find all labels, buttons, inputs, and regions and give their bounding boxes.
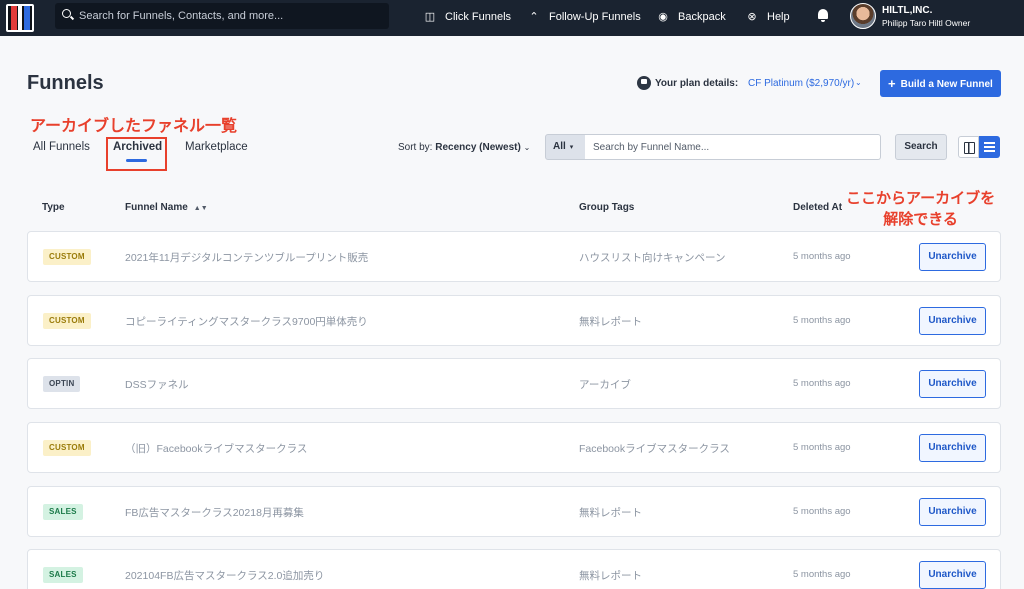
column-header-funnel-name[interactable]: Funnel Name ▲▼: [125, 202, 208, 213]
sort-prefix: Sort by:: [398, 142, 433, 153]
column-header-funnel-name-label: Funnel Name: [125, 202, 188, 213]
funnel-name[interactable]: DSSファネル: [125, 377, 189, 392]
grid-view-icon[interactable]: [958, 136, 979, 158]
tab-all-funnels[interactable]: All Funnels: [33, 141, 90, 153]
column-header-deleted-at: Deleted At: [793, 202, 843, 213]
nav-follow-up-funnels[interactable]: ⌃ Follow-Up Funnels: [527, 0, 641, 36]
group-tag: 無料レポート: [579, 316, 642, 328]
sort-value: Recency (Newest): [435, 142, 521, 153]
unarchive-button[interactable]: Unarchive: [919, 434, 986, 462]
funnel-name[interactable]: コピーライティングマスタークラス9700円単体売り: [125, 314, 368, 329]
type-badge: CUSTOM: [43, 440, 91, 456]
plan-chat-icon: [637, 76, 651, 90]
group-tag: アーカイブ: [579, 379, 631, 391]
backpack-icon: ◉: [658, 11, 668, 23]
search-button[interactable]: Search: [895, 134, 947, 160]
group-tag: ハウスリスト向けキャンペーン: [579, 252, 726, 264]
type-badge: SALES: [43, 567, 83, 583]
list-view-icon[interactable]: [979, 136, 1000, 158]
nav-backpack-label: Backpack: [678, 11, 726, 23]
notification-bell-icon[interactable]: [817, 9, 829, 22]
deleted-at: 5 months ago: [793, 378, 851, 389]
funnel-name[interactable]: （旧）Facebookライブマスタークラス: [125, 441, 307, 456]
annotation-unarchive: ここからアーカイブを 解除できる: [846, 188, 995, 230]
sort-dropdown[interactable]: Sort by: Recency (Newest) ⌄: [398, 142, 530, 153]
chevron-down-icon[interactable]: ⌄: [855, 78, 862, 87]
user-avatar[interactable]: [850, 3, 876, 29]
type-badge: CUSTOM: [43, 249, 91, 265]
top-nav: Search for Funnels, Contacts, and more..…: [0, 0, 1024, 36]
type-badge: CUSTOM: [43, 313, 91, 329]
table-row: SALES 202104FB広告マスタークラス2.0追加売り 無料レポート 5 …: [27, 549, 1001, 589]
unarchive-button[interactable]: Unarchive: [919, 307, 986, 335]
table-row: CUSTOM （旧）Facebookライブマスタークラス Facebookライブ…: [27, 422, 1001, 473]
nav-backpack[interactable]: ◉ Backpack: [656, 0, 726, 36]
deleted-at: 5 months ago: [793, 506, 851, 517]
type-badge: OPTIN: [43, 376, 81, 392]
chevron-down-icon: ▾: [569, 144, 574, 151]
filter-select-value: All: [553, 141, 566, 152]
unarchive-button[interactable]: Unarchive: [919, 243, 986, 271]
help-lifebuoy-icon: ⊗: [747, 11, 757, 23]
tab-archived[interactable]: Archived: [113, 141, 162, 162]
annotation-unarchive-line1: ここからアーカイブを: [846, 190, 996, 207]
group-tag: Facebookライブマスタークラス: [579, 443, 730, 455]
column-header-group-tags: Group Tags: [579, 202, 635, 213]
deleted-at: 5 months ago: [793, 442, 851, 453]
table-row: SALES FB広告マスタークラス20218月再募集 無料レポート 5 mont…: [27, 486, 1001, 537]
funnel-search-input[interactable]: [585, 134, 881, 160]
deleted-at: 5 months ago: [793, 315, 851, 326]
global-search-placeholder: Search for Funnels, Contacts, and more..…: [79, 10, 284, 22]
unarchive-button[interactable]: Unarchive: [919, 370, 986, 398]
plan-details-label: Your plan details:: [655, 78, 739, 89]
plus-icon: +: [888, 76, 896, 91]
chevrons-up-icon: ⌃: [529, 11, 539, 23]
clickfunnels-logo[interactable]: [6, 4, 34, 32]
table-row: OPTIN DSSファネル アーカイブ 5 months ago Unarchi…: [27, 358, 1001, 409]
unarchive-button[interactable]: Unarchive: [919, 561, 986, 589]
nav-follow-up-funnels-label: Follow-Up Funnels: [549, 11, 641, 23]
deleted-at: 5 months ago: [793, 569, 851, 580]
tab-marketplace[interactable]: Marketplace: [185, 141, 248, 153]
global-search-input[interactable]: Search for Funnels, Contacts, and more..…: [55, 3, 389, 29]
table-row: CUSTOM 2021年11月デジタルコンテンツブループリント販売 ハウスリスト…: [27, 231, 1001, 282]
funnel-name[interactable]: FB広告マスタークラス20218月再募集: [125, 505, 304, 520]
type-badge: SALES: [43, 504, 83, 520]
group-tag: 無料レポート: [579, 507, 642, 519]
funnel-name[interactable]: 2021年11月デジタルコンテンツブループリント販売: [125, 250, 368, 265]
nav-help[interactable]: ⊗ Help: [745, 0, 790, 36]
chevron-down-icon: ⌄: [523, 143, 531, 152]
group-tag: 無料レポート: [579, 570, 642, 582]
filter-select[interactable]: All ▾: [545, 134, 586, 160]
annotation-unarchive-line2: 解除できる: [883, 211, 958, 228]
annotation-archived-list: アーカイブしたファネル一覧: [30, 118, 238, 135]
page-title: Funnels: [27, 72, 104, 94]
column-header-type: Type: [42, 202, 65, 213]
build-new-funnel-label: Build a New Funnel: [900, 79, 993, 90]
org-name[interactable]: HILTL,INC.: [882, 5, 932, 16]
nav-click-funnels[interactable]: ◫ Click Funnels: [423, 0, 511, 36]
user-name-role[interactable]: Philipp Taro Hiltl Owner: [882, 18, 970, 28]
build-new-funnel-button[interactable]: + Build a New Funnel: [880, 70, 1001, 97]
search-icon: [62, 9, 71, 18]
plan-dropdown[interactable]: CF Platinum ($2,970/yr): [748, 78, 854, 89]
nav-click-funnels-label: Click Funnels: [445, 11, 512, 23]
funnel-icon: ◫: [424, 11, 436, 23]
nav-help-label: Help: [767, 11, 790, 23]
deleted-at: 5 months ago: [793, 251, 851, 262]
table-row: CUSTOM コピーライティングマスタークラス9700円単体売り 無料レポート …: [27, 295, 1001, 346]
funnel-name[interactable]: 202104FB広告マスタークラス2.0追加売り: [125, 568, 324, 583]
unarchive-button[interactable]: Unarchive: [919, 498, 986, 526]
sort-icon[interactable]: ▲▼: [194, 205, 208, 212]
